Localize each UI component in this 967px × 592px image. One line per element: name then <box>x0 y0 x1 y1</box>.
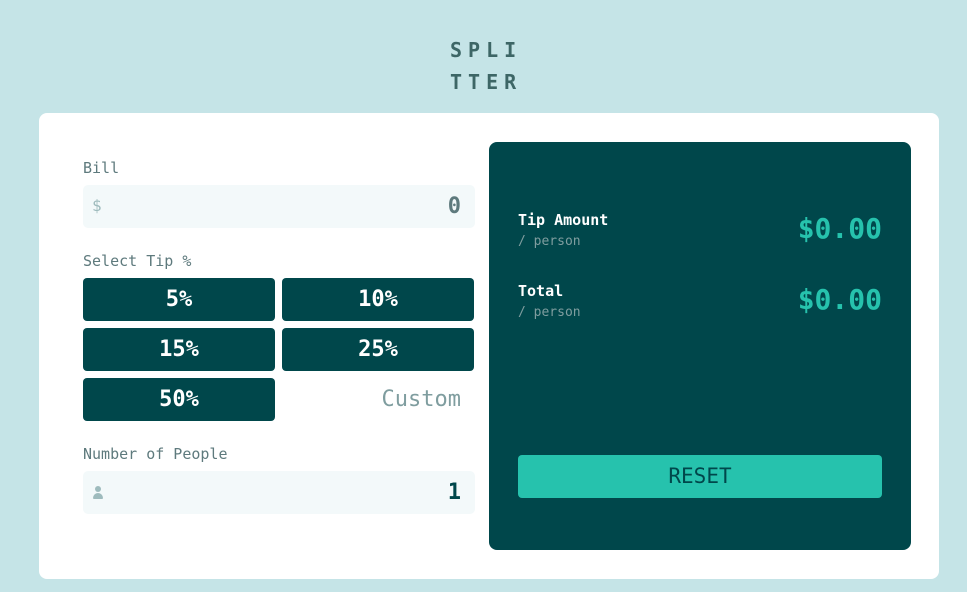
people-label: Number of People <box>83 445 228 463</box>
tip-50-button[interactable]: 50% <box>83 378 275 421</box>
total-subtitle: / person <box>518 305 581 320</box>
total-title: Total <box>518 282 564 300</box>
tip-5-button[interactable]: 5% <box>83 278 275 321</box>
tip-15-button[interactable]: 15% <box>83 328 275 371</box>
total-value: $0.00 <box>797 283 882 316</box>
dollar-icon: $ <box>92 196 102 215</box>
logo-line-1: SPLI <box>450 38 523 62</box>
tip-25-button[interactable]: 25% <box>282 328 474 371</box>
tip-10-button[interactable]: 10% <box>282 278 474 321</box>
tip-label: Select Tip % <box>83 252 192 270</box>
calculator-card: Bill $ 0 Select Tip % 5% 10% 15% 25% 50%… <box>39 113 939 579</box>
reset-button[interactable]: RESET <box>518 455 882 498</box>
tip-amount-title: Tip Amount <box>518 211 609 229</box>
tip-amount-value: $0.00 <box>797 212 882 245</box>
tip-amount-subtitle: / person <box>518 234 581 249</box>
bill-label: Bill <box>83 159 120 177</box>
results-panel: Tip Amount / person $0.00 Total / person… <box>489 142 911 550</box>
people-input-value: 1 <box>447 480 461 505</box>
bill-input[interactable]: $ 0 <box>83 185 475 228</box>
bill-input-value: 0 <box>447 194 461 219</box>
person-icon <box>93 486 103 499</box>
custom-tip-input[interactable]: Custom <box>282 378 475 421</box>
people-input[interactable]: 1 <box>83 471 475 514</box>
logo-line-2: TTER <box>450 70 523 94</box>
app-logo: SPLI TTER <box>440 34 540 98</box>
